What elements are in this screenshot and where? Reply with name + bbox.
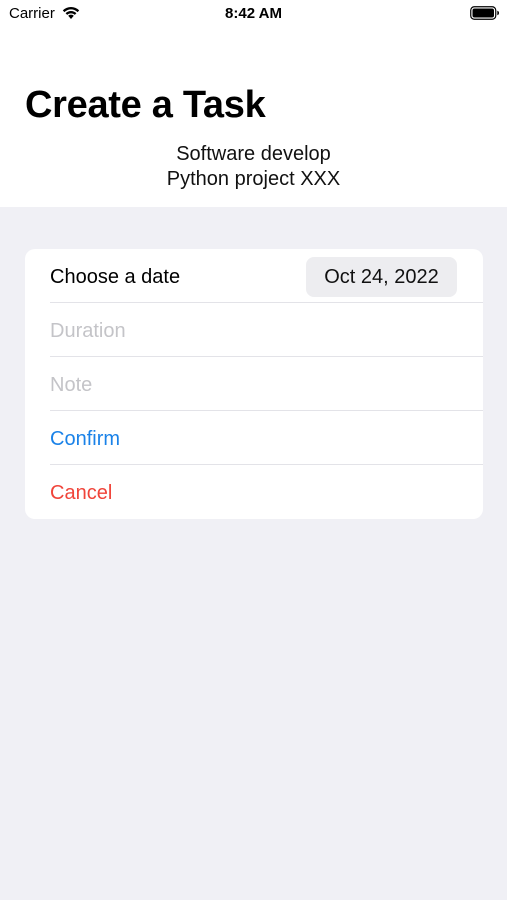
duration-row (25, 303, 483, 357)
cancel-row[interactable]: Cancel (25, 465, 483, 519)
status-time: 8:42 AM (225, 5, 282, 22)
note-input[interactable] (50, 373, 450, 397)
task-form: Choose a date Oct 24, 2022 Confirm Cance… (25, 249, 483, 519)
header-area: Carrier 8:42 AM Create a Task Software d… (0, 0, 507, 207)
confirm-button[interactable]: Confirm (50, 427, 120, 451)
duration-input[interactable] (50, 319, 450, 343)
page-title: Create a Task (25, 84, 266, 126)
date-picker-button[interactable]: Oct 24, 2022 (306, 257, 457, 297)
note-row (25, 357, 483, 411)
status-bar: Carrier 8:42 AM (0, 0, 507, 28)
subtitle-line2: Python project XXX (166, 168, 341, 190)
cancel-button[interactable]: Cancel (50, 481, 112, 505)
battery-icon (470, 6, 499, 20)
confirm-row[interactable]: Confirm (25, 411, 483, 465)
date-label: Choose a date (50, 266, 181, 288)
date-row: Choose a date Oct 24, 2022 (25, 249, 483, 303)
subtitle-line1: Software develop (176, 143, 331, 165)
